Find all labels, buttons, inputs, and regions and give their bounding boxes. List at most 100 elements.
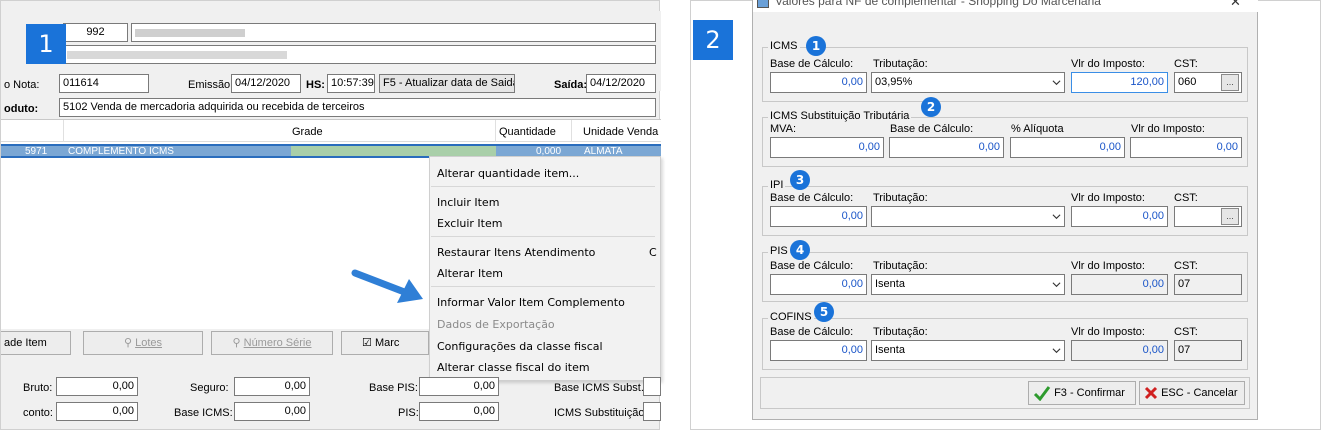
ipi-cst-lookup-button[interactable]: ... xyxy=(1221,208,1239,225)
icms-st-vlr-label: Vlr do Imposto: xyxy=(1131,123,1205,135)
cofins-group-title: COFINS xyxy=(768,311,814,323)
ipi-step-badge: 3 xyxy=(790,170,810,190)
icms-cst-value: 060 xyxy=(1178,76,1197,88)
panel-1: 992 o Nota: 011614 Emissão: 04/12/2020 H… xyxy=(0,0,661,430)
cofins-vlr-label: Vlr do Imposto: xyxy=(1071,326,1145,338)
seguro-field[interactable]: 0,00 xyxy=(234,377,310,396)
icms-st-mva-input[interactable]: 0,00 xyxy=(770,137,884,158)
menu-alterar-quantidade[interactable]: Alterar quantidade item... xyxy=(437,167,579,180)
cofins-step-badge: 5 xyxy=(814,302,834,322)
row-code: 5971 xyxy=(25,146,48,157)
icms-st-mva-label: MVA: xyxy=(770,123,797,135)
f5-atualizar-button[interactable]: F5 - Atualizar data de Saida xyxy=(379,74,515,93)
menu-informar-valor-complemento[interactable]: Informar Valor Item Complemento xyxy=(437,296,625,309)
desconto-label: conto: xyxy=(23,407,53,419)
ipi-vlr-imposto-input[interactable]: 0,00 xyxy=(1071,206,1168,227)
bruto-label: Bruto: xyxy=(23,382,53,394)
ipi-cst-label: CST: xyxy=(1174,192,1198,204)
checkbox-icon: ☑ xyxy=(362,337,372,349)
icms-st-base-label: Base de Cálculo: xyxy=(890,123,974,135)
dialog-title-bar: Valores para NF de complementar - Shoppi… xyxy=(753,0,1258,12)
pis-tributacao-value: Isenta xyxy=(875,278,905,290)
pis-vlr-imposto-input[interactable]: 0,00 xyxy=(1071,274,1168,295)
pis-base-input[interactable]: 0,00 xyxy=(770,274,867,295)
desconto-field[interactable]: 0,00 xyxy=(56,402,138,421)
pis-field[interactable]: 0,00 xyxy=(419,402,499,421)
item-button[interactable]: ade Item xyxy=(1,331,71,355)
marcar-button[interactable]: ☑ Marc xyxy=(341,331,429,355)
hs-field[interactable]: 10:57:39 xyxy=(327,74,375,93)
confirm-button-label: F3 - Confirmar xyxy=(1054,387,1125,399)
base-pis-field[interactable]: 0,00 xyxy=(419,377,499,396)
menu-configuracoes-classe-fiscal[interactable]: Configurações da classe fiscal xyxy=(437,340,603,353)
bruto-field[interactable]: 0,00 xyxy=(56,377,138,396)
pis-cst-input[interactable]: 07 xyxy=(1174,274,1242,295)
confirm-button[interactable]: F3 - Confirmar xyxy=(1028,381,1136,405)
close-icon xyxy=(1144,387,1158,400)
menu-separator xyxy=(431,236,655,237)
client-name-field[interactable] xyxy=(131,23,656,42)
icms-subst-label: ICMS Substituição: xyxy=(554,407,648,419)
cofins-base-input[interactable]: 0,00 xyxy=(770,340,867,361)
lotes-button-label: Lotes xyxy=(135,337,163,349)
icms-st-aliq-label: % Alíquota xyxy=(1011,123,1064,135)
panel-1-badge: 1 xyxy=(26,24,66,64)
saida-label: Saída: xyxy=(554,79,588,91)
col-grade: Grade xyxy=(292,126,323,138)
marcar-button-label: Marc xyxy=(374,337,400,349)
icms-st-base-input[interactable]: 0,00 xyxy=(889,137,1004,158)
cofins-vlr-imposto-input[interactable]: 0,00 xyxy=(1071,340,1168,361)
cofins-cst-label: CST: xyxy=(1174,326,1198,338)
ipi-base-label: Base de Cálculo: xyxy=(770,192,854,204)
icms-base-label: Base de Cálculo: xyxy=(770,58,854,70)
saida-field[interactable]: 04/12/2020 xyxy=(586,74,656,93)
icms-st-aliq-input[interactable]: 0,00 xyxy=(1010,137,1125,158)
icms-subst-field[interactable] xyxy=(643,402,661,421)
pis-tributacao-select[interactable]: Isenta xyxy=(871,274,1065,295)
menu-dados-exportacao: Dados de Exportação xyxy=(437,318,555,331)
icms-cst-lookup-button[interactable]: ... xyxy=(1221,74,1239,91)
pis-step-badge: 4 xyxy=(790,240,810,260)
panel-2-badge: 2 xyxy=(693,20,733,60)
pis-group-title: PIS xyxy=(768,245,790,257)
cofins-cst-input[interactable]: 07 xyxy=(1174,340,1242,361)
base-icms-subst-field[interactable] xyxy=(643,377,661,396)
icms-vlr-imposto-input[interactable]: 120,00 xyxy=(1071,72,1168,93)
menu-alterar-classe-fiscal[interactable]: Alterar classe fiscal do item xyxy=(437,361,590,374)
icms-step-badge: 1 xyxy=(806,36,826,56)
grid-col-divider-3 xyxy=(571,120,572,142)
seguro-label: Seguro: xyxy=(190,382,229,394)
ipi-base-input[interactable]: 0,00 xyxy=(770,206,867,227)
pis-cst-value: 07 xyxy=(1178,278,1191,290)
icms-st-vlr-input[interactable]: 0,00 xyxy=(1130,137,1242,158)
cancel-button-label: ESC - Cancelar xyxy=(1161,387,1238,399)
nota-field[interactable]: 011614 xyxy=(59,74,149,93)
chevron-down-icon xyxy=(1052,282,1061,288)
base-icms-field[interactable]: 0,00 xyxy=(234,402,310,421)
produto-field[interactable]: 5102 Venda de mercadoria adquirida ou re… xyxy=(59,98,656,117)
lotes-button[interactable]: ⚲ Lotes xyxy=(83,331,203,355)
icms-base-input[interactable]: 0,00 xyxy=(770,72,867,93)
icms-tributacao-select[interactable]: 03,95% xyxy=(871,72,1065,93)
menu-excluir-item[interactable]: Excluir Item xyxy=(437,217,502,230)
ipi-tributacao-select[interactable] xyxy=(871,206,1065,227)
cancel-button[interactable]: ESC - Cancelar xyxy=(1139,381,1245,405)
app-icon xyxy=(757,0,769,8)
cofins-tributacao-select[interactable]: Isenta xyxy=(871,340,1065,361)
client-address-field[interactable] xyxy=(63,45,656,64)
menu-restaurar-itens[interactable]: Restaurar Itens Atendimento xyxy=(437,246,595,259)
emissao-field[interactable]: 04/12/2020 xyxy=(231,74,301,93)
numero-serie-button[interactable]: ⚲ Número Série xyxy=(211,331,333,355)
menu-separator xyxy=(431,286,655,287)
icms-tributacao-value: 03,95% xyxy=(875,76,913,88)
menu-incluir-item[interactable]: Incluir Item xyxy=(437,196,499,209)
client-code-field[interactable]: 992 xyxy=(63,23,128,42)
menu-restaurar-shortcut: C xyxy=(649,246,657,259)
ipi-vlr-label: Vlr do Imposto: xyxy=(1071,192,1145,204)
numero-serie-button-label: Número Série xyxy=(243,337,312,349)
close-icon[interactable]: ✕ xyxy=(1230,0,1241,10)
blurred-client-name xyxy=(135,29,245,37)
menu-alterar-item[interactable]: Alterar Item xyxy=(437,267,503,280)
icms-trib-label: Tributação: xyxy=(873,58,928,70)
grid-col-divider-1 xyxy=(63,120,64,142)
